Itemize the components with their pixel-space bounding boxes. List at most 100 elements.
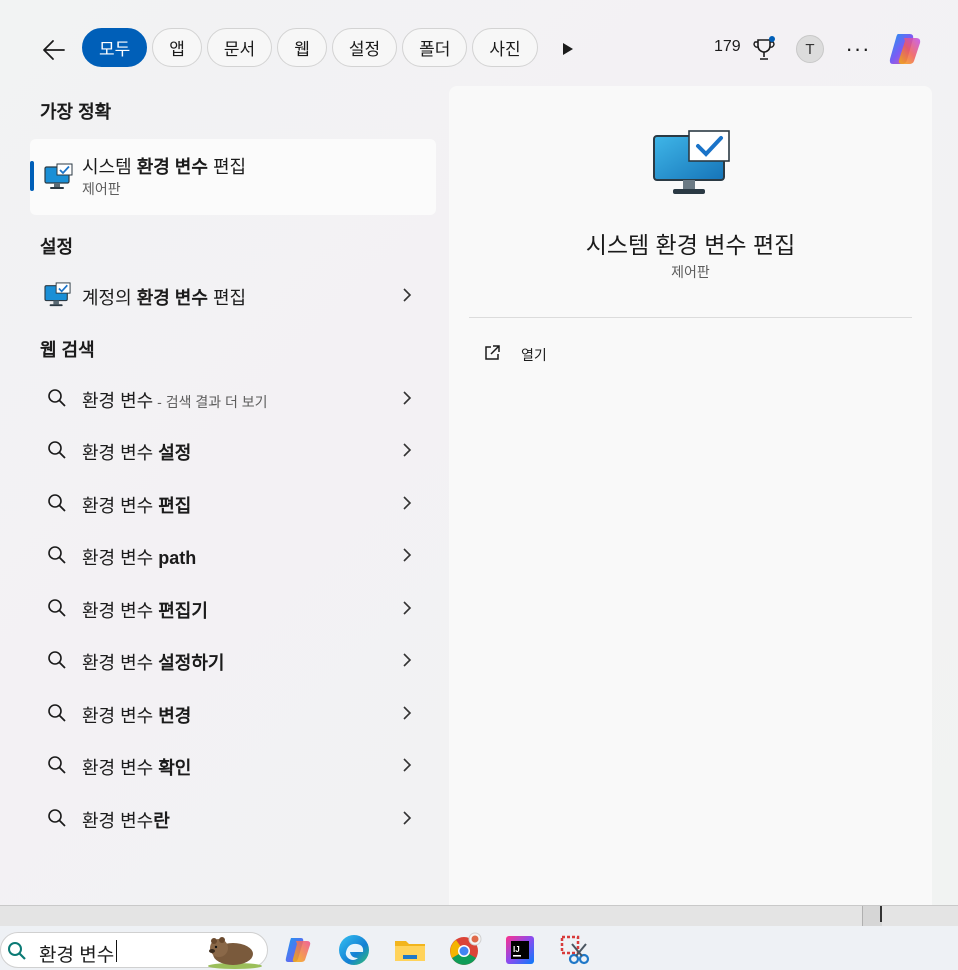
label-part: 환경 변수 <box>82 443 159 463</box>
search-icon <box>48 651 66 669</box>
label-part: 환경 변수 <box>82 496 159 516</box>
preview-title: 시스템 환경 변수 편집 <box>585 232 796 258</box>
suggestion-label: 환경 변수 변경 <box>82 702 191 728</box>
label-part: 환경 변수 <box>82 548 159 568</box>
chevron-right-icon <box>403 548 412 562</box>
label-highlight: 설정 <box>158 443 192 463</box>
label-part: 환경 변수 <box>82 706 159 726</box>
query-text: 환경 변수 <box>82 391 154 411</box>
best-match-title: 시스템 환경 변수 편집 <box>82 153 246 179</box>
web-suggestion[interactable]: 환경 변수 편집기 <box>30 585 436 631</box>
web-suggestion[interactable]: 환경 변수란 <box>30 795 436 841</box>
web-suggestion[interactable]: 환경 변수 설정하기 <box>30 637 436 683</box>
preview-subtitle: 제어판 <box>671 264 710 280</box>
suggestion-label: 환경 변수 path <box>82 544 196 570</box>
chevron-right-icon <box>403 391 412 405</box>
web-suggestion[interactable]: 환경 변수 변경 <box>30 690 436 736</box>
search-icon <box>48 389 66 407</box>
more-results-hint: - 검색 결과 더 보기 <box>153 394 268 410</box>
chevron-right-icon <box>403 496 412 510</box>
search-icon <box>48 494 66 512</box>
monitor-check-icon <box>44 282 71 307</box>
selection-indicator <box>30 161 34 191</box>
best-match-result[interactable]: 시스템 환경 변수 편집 제어판 <box>30 139 436 215</box>
suggestion-label: 환경 변수 확인 <box>82 754 191 780</box>
label-highlight: 란 <box>153 811 170 831</box>
search-icon <box>8 942 26 960</box>
background-window <box>0 906 958 926</box>
suggestion-label: 환경 변수 설정 <box>82 439 191 465</box>
web-suggestion[interactable]: 환경 변수 확인 <box>30 742 436 788</box>
play-icon <box>563 43 573 55</box>
background-divider <box>880 906 882 922</box>
back-arrow-icon <box>43 40 65 60</box>
tab-settings[interactable]: 설정 <box>331 28 398 67</box>
text-caret <box>116 940 117 962</box>
web-suggestion[interactable]: 환경 변수 편집 <box>30 480 436 526</box>
tab-web[interactable]: 웹 <box>277 28 327 67</box>
chevron-right-icon <box>403 601 412 615</box>
monitor-check-icon <box>44 163 73 189</box>
copilot-icon[interactable] <box>886 30 926 68</box>
label-highlight: 변경 <box>158 706 192 726</box>
copilot-app-icon[interactable] <box>280 932 316 968</box>
tab-photos[interactable]: 사진 <box>472 28 538 67</box>
avatar[interactable]: T <box>796 35 824 63</box>
search-input-value[interactable]: 환경 변수 <box>39 940 114 967</box>
background-scrollbar <box>862 906 882 926</box>
chevron-right-icon <box>403 653 412 667</box>
intellij-idea-icon[interactable]: IJ <box>502 932 538 968</box>
filter-tabs: 모두 앱 문서 웹 설정 폴더 사진 <box>82 28 538 67</box>
suggestion-label: 환경 변수란 <box>82 807 170 833</box>
search-panel: 모두 앱 문서 웹 설정 폴더 사진 179 T ··· 가장 정확 시스템 환… <box>0 0 958 906</box>
suggestion-label: 환경 변수 편집 <box>82 492 191 518</box>
web-suggestion[interactable]: 환경 변수 path <box>30 532 436 578</box>
divider <box>469 317 912 318</box>
label-highlight: 확인 <box>158 758 192 778</box>
label-highlight: 환경 변수 <box>136 288 208 308</box>
chevron-right-icon <box>403 758 412 772</box>
settings-result[interactable]: 계정의 환경 변수 편집 <box>30 272 436 318</box>
more-filters-button[interactable] <box>556 36 580 62</box>
suggestion-label: 환경 변수 설정하기 <box>82 649 225 675</box>
suggestion-label: 환경 변수 편집기 <box>82 597 208 623</box>
chevron-right-icon <box>403 811 412 825</box>
svg-text:IJ: IJ <box>513 945 520 954</box>
more-options-button[interactable]: ··· <box>842 34 874 64</box>
rewards-trophy-icon[interactable] <box>752 36 776 62</box>
back-button[interactable] <box>36 32 72 68</box>
web-search-more-results[interactable]: 환경 변수 - 검색 결과 더 보기 <box>30 375 436 421</box>
chevron-right-icon <box>403 288 412 302</box>
edge-browser-icon[interactable] <box>336 932 372 968</box>
web-result-label: 환경 변수 - 검색 결과 더 보기 <box>82 387 268 413</box>
top-bar: 모두 앱 문서 웹 설정 폴더 사진 179 T ··· <box>0 22 958 76</box>
label-part: 환경 변수 <box>82 811 154 831</box>
snipping-tool-icon[interactable] <box>556 932 592 968</box>
rewards-points: 179 <box>714 38 741 55</box>
web-suggestion[interactable]: 환경 변수 설정 <box>30 427 436 473</box>
search-highlight-wombat-icon <box>208 937 262 969</box>
search-icon <box>48 546 66 564</box>
open-action[interactable]: 열기 <box>479 338 599 368</box>
search-icon <box>48 704 66 722</box>
tab-folders[interactable]: 폴더 <box>402 28 468 67</box>
search-icon <box>48 809 66 827</box>
settings-result-label: 계정의 환경 변수 편집 <box>82 284 246 310</box>
section-title-web-search: 웹 검색 <box>40 340 95 360</box>
chevron-right-icon <box>403 443 412 457</box>
label-part: 환경 변수 <box>82 758 159 778</box>
label-highlight: path <box>158 548 197 568</box>
tab-apps[interactable]: 앱 <box>152 28 202 67</box>
title-part: 편집 <box>207 157 247 177</box>
label-highlight: 설정하기 <box>158 653 225 673</box>
section-title-settings: 설정 <box>40 237 74 257</box>
taskbar-search-box[interactable]: 환경 변수 <box>0 932 268 969</box>
monitor-check-icon <box>653 130 730 194</box>
best-match-subtitle: 제어판 <box>82 181 121 197</box>
chrome-browser-icon[interactable] <box>446 932 482 968</box>
label-part: 환경 변수 <box>82 653 159 673</box>
label-highlight: 편집기 <box>158 601 208 621</box>
tab-all[interactable]: 모두 <box>82 28 148 67</box>
file-explorer-icon[interactable] <box>392 932 428 968</box>
tab-documents[interactable]: 문서 <box>206 28 273 67</box>
